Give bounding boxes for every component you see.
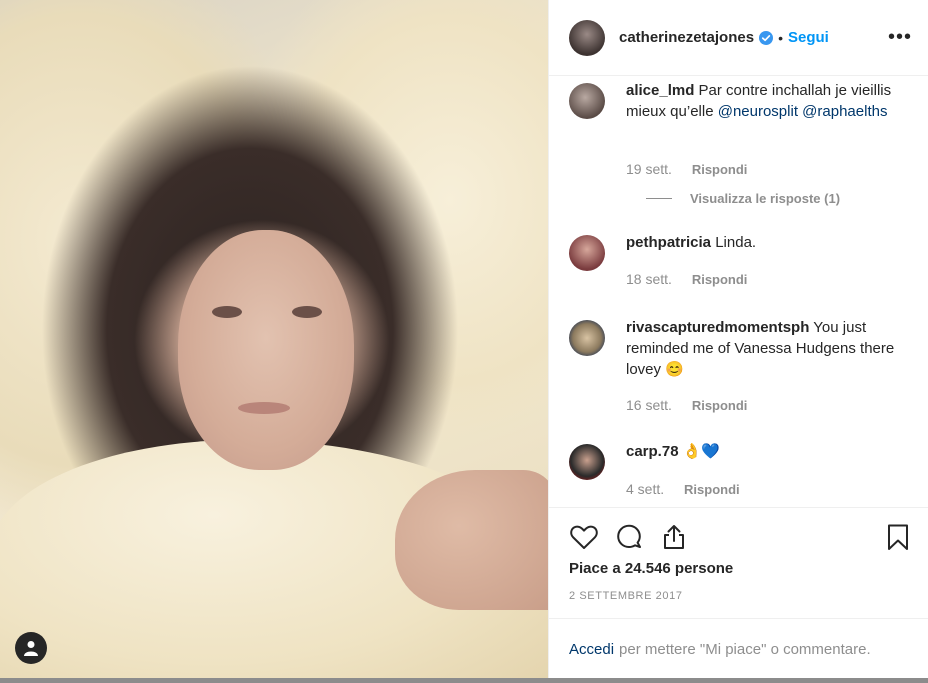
photo-lips — [238, 402, 290, 414]
bookmark-icon[interactable] — [883, 522, 913, 552]
photo-eye-right — [292, 306, 322, 318]
verified-badge-icon — [759, 30, 774, 45]
comment-age: 19 sett. — [626, 161, 672, 177]
author-avatar[interactable] — [569, 19, 605, 56]
comment-age: 4 sett. — [626, 481, 665, 497]
comment-meta: 4 sett. Rispondi — [626, 481, 740, 497]
comment-item: pethpatricia Linda. 18 sett. Rispondi — [569, 229, 914, 299]
photo-face — [178, 230, 354, 470]
comment-item: carp.78 👌💙 4 sett. Rispondi — [569, 438, 914, 507]
comment-username[interactable]: pethpatricia — [626, 234, 711, 251]
more-options-icon[interactable]: ••• — [888, 26, 912, 49]
reply-button[interactable]: Rispondi — [684, 482, 740, 497]
follow-button[interactable]: Segui — [788, 29, 829, 46]
comment-username[interactable]: rivascapturedmomentsph — [626, 319, 809, 336]
comment-age: 16 sett. — [626, 397, 672, 413]
comment-meta: 18 sett. Rispondi — [626, 271, 747, 287]
heart-icon[interactable] — [569, 522, 599, 552]
commenter-avatar[interactable] — [569, 444, 605, 480]
login-prompt-text: per mettere "Mi piace" o commentare. — [619, 640, 871, 658]
reply-button[interactable]: Rispondi — [692, 398, 748, 413]
action-icons — [569, 522, 913, 552]
header-separator: • — [778, 29, 783, 46]
commenter-avatar[interactable] — [569, 235, 605, 271]
comment-meta: 16 sett. Rispondi — [626, 397, 747, 413]
comment-item: rivascapturedmomentsph You just reminded… — [569, 314, 914, 424]
commenter-avatar[interactable] — [569, 320, 605, 356]
mention-link[interactable]: @neurosplit — [718, 103, 798, 120]
post-actions: Piace a 24.546 persone 2 SETTEMBRE 2017 … — [549, 507, 928, 678]
comment-username[interactable]: carp.78 — [626, 443, 679, 460]
comment-text: rivascapturedmomentsph You just reminded… — [626, 319, 895, 378]
login-prompt: Accedi per mettere "Mi piace" o commenta… — [549, 618, 928, 679]
likes-count[interactable]: Piace a 24.546 persone — [569, 560, 733, 577]
post-sidebar: catherinezetajones • Segui ••• alice_lmd… — [548, 0, 928, 678]
post-photo[interactable] — [0, 0, 548, 678]
comment-age: 18 sett. — [626, 271, 672, 287]
comment-text: alice_lmd Par contre inchallah je vieill… — [626, 82, 892, 120]
photo-shoulder — [395, 470, 548, 610]
post-date: 2 SETTEMBRE 2017 — [569, 590, 683, 602]
commenter-avatar[interactable] — [569, 83, 605, 119]
comment-text: pethpatricia Linda. — [626, 234, 757, 251]
photo-eye-left — [212, 306, 242, 318]
login-link[interactable]: Accedi — [569, 641, 614, 658]
replies-divider — [646, 198, 672, 199]
comment-item: alice_lmd Par contre inchallah je vieill… — [569, 77, 914, 217]
comment-bubble-icon[interactable] — [614, 522, 644, 552]
reply-button[interactable]: Rispondi — [692, 272, 748, 287]
tagged-user-icon[interactable] — [15, 632, 47, 664]
reply-button[interactable]: Rispondi — [692, 162, 748, 177]
view-replies-button[interactable]: Visualizza le risposte (1) — [646, 191, 840, 206]
author-username[interactable]: catherinezetajones — [619, 29, 754, 46]
mention-link[interactable]: @raphaelths — [802, 103, 887, 120]
comment-text: carp.78 👌💙 — [626, 443, 721, 460]
post-header: catherinezetajones • Segui ••• — [549, 0, 928, 76]
window-bottom-edge — [0, 678, 928, 683]
comment-meta: 19 sett. Rispondi — [626, 161, 747, 177]
comments-list[interactable]: alice_lmd Par contre inchallah je vieill… — [549, 77, 928, 507]
comment-username[interactable]: alice_lmd — [626, 82, 694, 99]
share-icon[interactable] — [659, 522, 689, 552]
